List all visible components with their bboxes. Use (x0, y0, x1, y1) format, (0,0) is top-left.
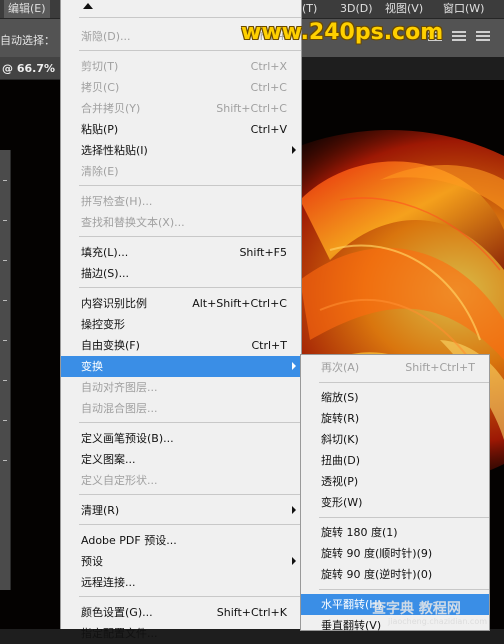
menu-item-paste-special[interactable]: 选择性粘贴(I) (61, 140, 301, 161)
submenu-arrow-icon (292, 362, 296, 370)
menu-item-pdf-presets[interactable]: Adobe PDF 预设... (61, 530, 301, 551)
menu-separator (319, 589, 489, 590)
menu-edit[interactable]: 编辑(E) (4, 0, 50, 18)
menu-item-paste[interactable]: 粘贴(P) Ctrl+V (61, 119, 301, 140)
menu-item-remote-connections[interactable]: 远程连接... (61, 572, 301, 593)
auto-select-label: 自动选择： (0, 34, 55, 47)
menu-separator (319, 517, 489, 518)
menu-separator (79, 50, 301, 51)
menu-view[interactable]: 视图(V) (381, 0, 427, 18)
tool-notch[interactable] (3, 260, 7, 261)
menu-item-free-transform[interactable]: 自由变换(F) Ctrl+T (61, 335, 301, 356)
submenu-item-scale[interactable]: 缩放(S) (301, 387, 489, 408)
submenu-item-again[interactable]: 再次(A) Shift+Ctrl+T (301, 357, 489, 378)
menu-item-presets[interactable]: 预设 (61, 551, 301, 572)
menu-item-copy-merged[interactable]: 合并拷贝(Y) Shift+Ctrl+C (61, 98, 301, 119)
watermark-chazidian: 查字典 教程网 (372, 601, 461, 617)
zoom-level: @ 66.7% (2, 62, 55, 75)
menu-item-auto-align-layers[interactable]: 自动对齐图层... (61, 377, 301, 398)
menu-item-clear[interactable]: 清除(E) (61, 161, 301, 182)
menu-separator (79, 236, 301, 237)
menu-item-puppet-warp[interactable]: 操控变形 (61, 314, 301, 335)
menu-separator (79, 17, 301, 18)
menu-item-content-aware-scale[interactable]: 内容识别比例 Alt+Shift+Ctrl+C (61, 293, 301, 314)
submenu-arrow-icon (292, 146, 296, 154)
tool-notch[interactable] (3, 420, 7, 421)
align-bottom-icon[interactable] (476, 29, 490, 43)
menu-window[interactable]: 窗口(W) (439, 0, 488, 18)
tool-notch[interactable] (3, 220, 7, 221)
menu-3d[interactable]: 3D(D) (336, 0, 377, 18)
edit-menu-dropdown: 渐隐(D)... Shift+ 剪切(T) Ctrl+X 拷贝(C) Ctrl+C 合… (60, 0, 302, 640)
tool-notch[interactable] (3, 460, 7, 461)
watermark-chazidian-url: jiaocheng.chazidian.com (388, 617, 488, 626)
submenu-item-rotate-90-ccw[interactable]: 旋转 90 度(逆时针)(0) (301, 564, 489, 585)
menu-item-fill[interactable]: 填充(L)... Shift+F5 (61, 242, 301, 263)
tool-notch[interactable] (3, 340, 7, 341)
submenu-item-distort[interactable]: 扭曲(D) (301, 450, 489, 471)
tool-notch[interactable] (3, 180, 7, 181)
menu-separator (79, 596, 301, 597)
menu-separator (79, 422, 301, 423)
menu-separator (79, 524, 301, 525)
menu-item-define-brush[interactable]: 定义画笔预设(B)... (61, 428, 301, 449)
watermark-240ps: www.240ps.com (241, 20, 444, 45)
submenu-item-rotate-90-cw[interactable]: 旋转 90 度(顺时针)(9) (301, 543, 489, 564)
scroll-up-arrow-icon[interactable] (83, 3, 93, 9)
submenu-item-rotate[interactable]: 旋转(R) (301, 408, 489, 429)
align-middle-icon[interactable] (452, 29, 466, 43)
menu-item-find-replace[interactable]: 查找和替换文本(X)... (61, 212, 301, 233)
menu-item-color-settings[interactable]: 颜色设置(G)... Shift+Ctrl+K (61, 602, 301, 623)
menu-item-define-shape[interactable]: 定义自定形状... (61, 470, 301, 491)
menu-item-stroke[interactable]: 描边(S)... (61, 263, 301, 284)
menu-separator (319, 382, 489, 383)
submenu-item-rotate-180[interactable]: 旋转 180 度(1) (301, 522, 489, 543)
menu-item-define-pattern[interactable]: 定义图案... (61, 449, 301, 470)
tool-notch[interactable] (3, 300, 7, 301)
menu-item-transform[interactable]: 变换 (61, 356, 301, 377)
tool-notch[interactable] (3, 380, 7, 381)
submenu-item-skew[interactable]: 斜切(K) (301, 429, 489, 450)
transform-submenu: 再次(A) Shift+Ctrl+T 缩放(S) 旋转(R) 斜切(K) 扭曲(D… (300, 354, 490, 632)
menu-separator (79, 287, 301, 288)
menu-separator (79, 185, 301, 186)
submenu-item-perspective[interactable]: 透视(P) (301, 471, 489, 492)
tools-panel (0, 150, 11, 590)
menu-separator (79, 494, 301, 495)
submenu-arrow-icon (292, 506, 296, 514)
submenu-arrow-icon (292, 557, 296, 565)
menu-item-auto-blend-layers[interactable]: 自动混合图层... (61, 398, 301, 419)
document-tab[interactable]: @ 66.7% (0, 57, 60, 80)
menu-item-spell-check[interactable]: 拼写检查(H)... (61, 191, 301, 212)
submenu-item-warp[interactable]: 变形(W) (301, 492, 489, 513)
menu-item-copy[interactable]: 拷贝(C) Ctrl+C (61, 77, 301, 98)
menu-item-purge[interactable]: 清理(R) (61, 500, 301, 521)
menu-item-assign-profile[interactable]: 指定配置文件... (61, 623, 301, 644)
menu-item-cut[interactable]: 剪切(T) Ctrl+X (61, 56, 301, 77)
